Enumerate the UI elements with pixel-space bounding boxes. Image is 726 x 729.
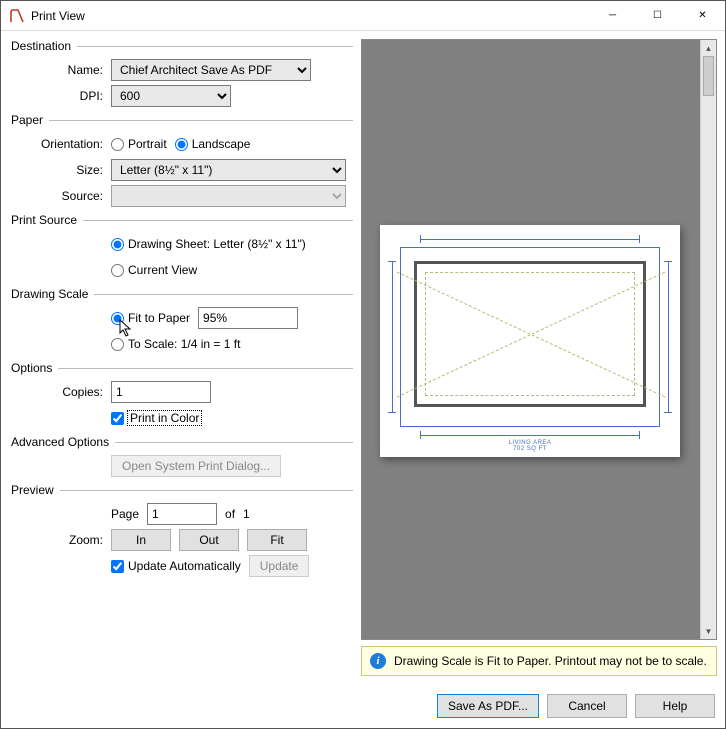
scroll-up-icon[interactable]: ▲ <box>701 40 716 56</box>
preview-viewport[interactable]: LIVING AREA 702 SQ FT ▲ ▼ <box>361 39 717 640</box>
orientation-label: Orientation: <box>11 137 111 151</box>
dpi-label: DPI: <box>11 89 111 103</box>
group-preview: Preview Page of 1 Zoom: <box>11 483 353 577</box>
copies-label: Copies: <box>11 385 111 399</box>
group-options: Options Copies: Print in Color <box>11 361 353 429</box>
print-source-heading: Print Source <box>11 213 77 227</box>
fit-to-paper-radio[interactable]: Fit to Paper <box>111 311 190 325</box>
dimension-line-right <box>664 261 672 413</box>
cancel-button[interactable]: Cancel <box>547 694 627 718</box>
roof-outline <box>414 261 646 407</box>
window-title: Print View <box>31 9 85 23</box>
paper-heading: Paper <box>11 113 43 127</box>
page-count: 1 <box>243 507 250 521</box>
maximize-button[interactable]: ☐ <box>635 1 680 30</box>
paper-size-select[interactable]: Letter (8½" x 11") <box>111 159 346 181</box>
group-print-source: Print Source Drawing Sheet: Letter (8½" … <box>11 213 353 281</box>
preview-scrollbar[interactable]: ▲ ▼ <box>700 40 716 639</box>
page-number-input[interactable] <box>147 503 217 525</box>
info-icon: i <box>370 653 386 669</box>
name-label: Name: <box>11 63 111 77</box>
copies-input[interactable] <box>111 381 211 403</box>
update-button[interactable]: Update <box>249 555 310 577</box>
print-source-drawing-sheet-radio[interactable]: Drawing Sheet: Letter (8½" x 11") <box>111 237 306 251</box>
update-automatically-checkbox[interactable]: Update Automatically <box>111 559 241 573</box>
titlebar: Print View ─ ☐ ✕ <box>1 1 725 31</box>
dimension-line-left <box>388 261 396 413</box>
drawing-scale-heading: Drawing Scale <box>11 287 88 301</box>
page-label: Page <box>111 507 139 521</box>
dialog-footer: Save As PDF... Cancel Help <box>1 684 725 728</box>
source-label: Source: <box>11 189 111 203</box>
options-heading: Options <box>11 361 52 375</box>
preview-panel: LIVING AREA 702 SQ FT ▲ ▼ i Drawing Scal… <box>361 31 725 684</box>
app-icon <box>9 8 25 24</box>
schappens[interactable] <box>703 56 714 96</box>
scroll-down-icon[interactable]: ▼ <box>701 623 716 639</box>
group-advanced: Advanced Options Open System Print Dialo… <box>11 435 353 477</box>
dimension-line-top <box>420 235 640 243</box>
destination-heading: Destination <box>11 39 71 53</box>
settings-panel: Destination Name: Chief Architect Save A… <box>1 31 361 684</box>
open-system-dialog-button[interactable]: Open System Print Dialog... <box>111 455 281 477</box>
group-destination: Destination Name: Chief Architect Save A… <box>11 39 353 107</box>
minimize-button[interactable]: ─ <box>590 1 635 30</box>
close-button[interactable]: ✕ <box>680 1 725 30</box>
of-label: of <box>225 507 235 521</box>
print-in-color-checkbox[interactable]: Print in Color <box>111 411 201 425</box>
zoom-label: Zoom: <box>11 533 111 547</box>
printer-name-select[interactable]: Chief Architect Save As PDF <box>111 59 311 81</box>
zoom-fit-button[interactable]: Fit <box>247 529 307 551</box>
zoom-in-button[interactable]: In <box>111 529 171 551</box>
zoom-out-button[interactable]: Out <box>179 529 239 551</box>
size-label: Size: <box>11 163 111 177</box>
print-view-dialog: Print View ─ ☐ ✕ Destination Name: <box>0 0 726 729</box>
fit-percent-input[interactable] <box>198 307 298 329</box>
group-paper: Paper Orientation: Portrait Landscape <box>11 113 353 207</box>
group-drawing-scale: Drawing Scale Fit to Paper <box>11 287 353 355</box>
to-scale-radio[interactable]: To Scale: 1/4 in = 1 ft <box>111 337 240 351</box>
advanced-heading: Advanced Options <box>11 435 109 449</box>
preview-heading: Preview <box>11 483 54 497</box>
info-bar: i Drawing Scale is Fit to Paper. Printou… <box>361 646 717 676</box>
info-message: Drawing Scale is Fit to Paper. Printout … <box>394 654 707 668</box>
help-button[interactable]: Help <box>635 694 715 718</box>
paper-source-select[interactable] <box>111 185 346 207</box>
dpi-select[interactable]: 600 <box>111 85 231 107</box>
print-source-current-view-radio[interactable]: Current View <box>111 263 197 277</box>
page-preview: LIVING AREA 702 SQ FT <box>380 225 680 457</box>
orientation-landscape-radio[interactable]: Landscape <box>175 137 251 151</box>
dimension-line-bottom <box>420 431 640 439</box>
orientation-portrait-radio[interactable]: Portrait <box>111 137 167 151</box>
drawing-caption: LIVING AREA 702 SQ FT <box>380 440 680 453</box>
save-as-pdf-button[interactable]: Save As PDF... <box>437 694 539 718</box>
